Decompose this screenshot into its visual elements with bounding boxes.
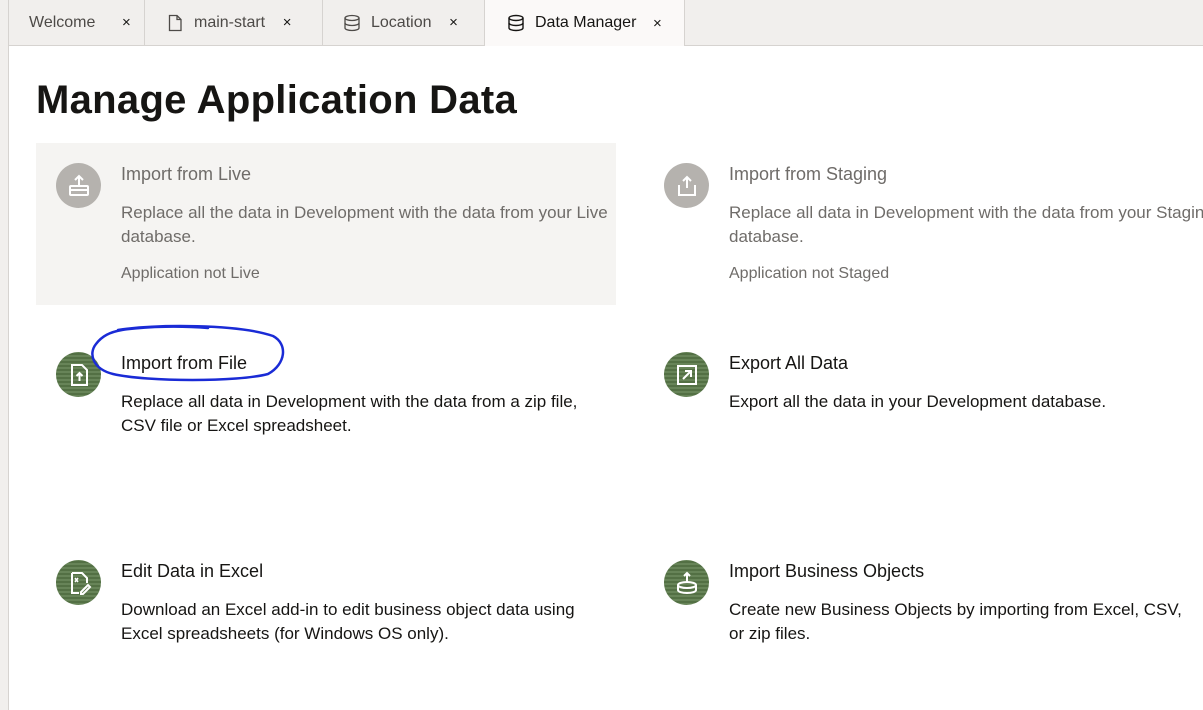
card-title[interactable]: Edit Data in Excel: [121, 561, 263, 582]
card-status: Application not Staged: [729, 265, 890, 282]
page-title: Manage Application Data: [36, 78, 518, 122]
file-icon: [166, 14, 184, 32]
upload-box-icon: [664, 163, 709, 208]
card-description: Create new Business Objects by importing…: [729, 600, 1182, 643]
export-arrow-icon: [664, 352, 709, 397]
close-icon[interactable]: ×: [280, 14, 294, 31]
card-import-business-objects[interactable]: Import Business Objects Create new Busin…: [644, 540, 1203, 702]
tab-label: Data Manager: [535, 14, 637, 31]
tab-label: Location: [371, 13, 432, 31]
card-import-from-staging: Import from Staging Replace all data in …: [644, 143, 1203, 305]
card-export-all-data[interactable]: Export All Data Export all the data in y…: [644, 332, 1203, 494]
tab-main-start[interactable]: main-start ×: [145, 0, 323, 45]
card-title[interactable]: Import Business Objects: [729, 561, 924, 582]
tab-label: Welcome: [29, 13, 96, 31]
card-edit-data-in-excel[interactable]: Edit Data in Excel Download an Excel add…: [36, 540, 616, 702]
card-title: Import from Staging: [729, 164, 888, 184]
tab-location[interactable]: Location ×: [323, 0, 485, 45]
close-icon[interactable]: ×: [119, 14, 133, 31]
card-title[interactable]: Export All Data: [729, 353, 848, 374]
card-status: Application not Live: [121, 265, 260, 282]
tab-welcome[interactable]: Welcome ×: [9, 0, 145, 45]
file-upload-icon: [56, 352, 101, 397]
tab-data-manager[interactable]: Data Manager ×: [485, 0, 685, 46]
card-title[interactable]: Import from File: [121, 353, 247, 374]
card-description: Replace all the data in Development with…: [121, 203, 608, 246]
card-import-from-live: Import from Live Replace all the data in…: [36, 143, 616, 305]
main-content: Manage Application Data Import from Live…: [10, 46, 1203, 710]
close-icon[interactable]: ×: [447, 14, 461, 31]
card-description: Replace all data in Development with the…: [729, 203, 1203, 246]
card-description: Replace all data in Development with the…: [121, 392, 578, 435]
tab-bar: Welcome × main-start × Location × Data M…: [9, 0, 1203, 46]
tab-label: main-start: [194, 13, 266, 31]
card-description: Download an Excel add-in to edit busines…: [121, 600, 575, 643]
excel-edit-icon: [56, 560, 101, 605]
card-description: Export all the data in your Development …: [729, 392, 1107, 411]
upload-tray-icon: [56, 163, 101, 208]
database-icon: [507, 14, 525, 32]
database-upload-icon: [664, 560, 709, 605]
database-icon: [343, 14, 361, 32]
left-rail: [0, 0, 9, 710]
card-import-from-file[interactable]: Import from File Replace all data in Dev…: [36, 332, 616, 494]
app-window: Welcome × main-start × Location × Data M…: [0, 0, 1203, 710]
card-title: Import from Live: [121, 164, 252, 184]
close-icon[interactable]: ×: [650, 15, 664, 32]
